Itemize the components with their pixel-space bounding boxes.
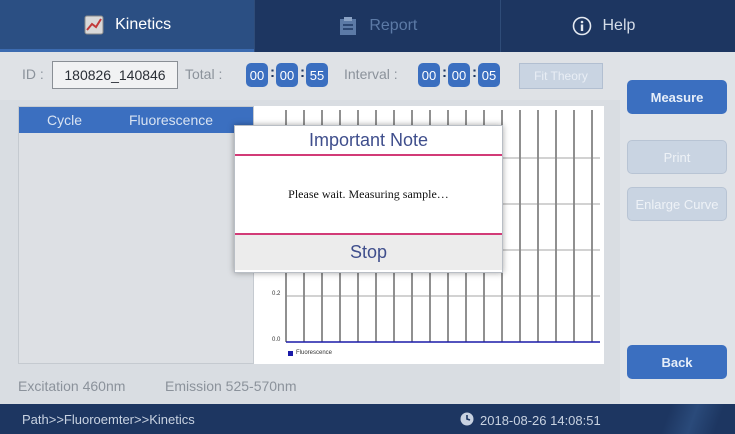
status-bar: Path>>Fluoroemter>>Kinetics 2018-08-26 1… <box>0 404 735 434</box>
time-colon: : <box>270 64 275 81</box>
emission-label: Emission 525-570nm <box>165 378 297 394</box>
total-label: Total : <box>185 66 223 82</box>
y-tick-label: 0.0 <box>272 337 281 343</box>
breadcrumb: Path>>Fluoroemter>>Kinetics <box>22 412 195 427</box>
clock-icon <box>460 412 474 429</box>
tab-report-label: Report <box>369 17 418 34</box>
tab-kinetics-label: Kinetics <box>115 15 172 33</box>
print-button[interactable]: Print <box>627 140 727 174</box>
data-table: Cycle Fluorescence <box>18 106 254 364</box>
total-minutes[interactable]: 00 <box>276 63 298 87</box>
status-datetime: 2018-08-26 14:08:51 <box>460 412 601 429</box>
tab-kinetics[interactable]: Kinetics <box>0 0 255 52</box>
table-header: Cycle Fluorescence <box>19 107 253 133</box>
stop-button[interactable]: Stop <box>235 235 502 270</box>
column-header-cycle: Cycle <box>47 112 83 128</box>
top-tab-bar: Kinetics Report Help <box>0 0 735 52</box>
legend-swatch <box>288 350 293 356</box>
total-hours[interactable]: 00 <box>246 63 268 87</box>
chart-icon <box>83 14 105 36</box>
fit-theory-button[interactable]: Fit Theory <box>519 63 603 89</box>
interval-minutes[interactable]: 00 <box>448 63 470 87</box>
y-tick-label: 0.2 <box>272 291 281 297</box>
legend-label: Fluorescence <box>296 350 333 356</box>
interval-seconds[interactable]: 05 <box>478 63 500 87</box>
time-colon: : <box>300 64 305 81</box>
id-label: ID : <box>22 66 44 82</box>
tab-help-label: Help <box>602 17 636 34</box>
chart-legend: Fluorescence <box>288 350 332 356</box>
datetime-text: 2018-08-26 14:08:51 <box>480 413 601 428</box>
time-colon: : <box>442 64 447 81</box>
clipboard-icon <box>337 15 359 37</box>
interval-label: Interval : <box>344 66 398 82</box>
dialog-message: Please wait. Measuring sample… <box>235 156 502 235</box>
enlarge-curve-button[interactable]: Enlarge Curve <box>627 187 727 221</box>
measure-button[interactable]: Measure <box>627 80 727 114</box>
status-bar-decoration <box>640 404 735 434</box>
interval-hours[interactable]: 00 <box>418 63 440 87</box>
excitation-label: Excitation 460nm <box>18 378 126 394</box>
column-header-fluorescence: Fluorescence <box>129 112 214 128</box>
dialog-title: Important Note <box>235 126 502 156</box>
time-colon: : <box>472 64 477 81</box>
id-field[interactable]: 180826_140846 <box>52 61 178 89</box>
total-seconds[interactable]: 55 <box>306 63 328 87</box>
info-icon <box>571 15 593 37</box>
important-note-dialog: Important Note Please wait. Measuring sa… <box>234 125 503 273</box>
tab-report[interactable]: Report <box>255 0 499 52</box>
back-button[interactable]: Back <box>627 345 727 379</box>
tab-help[interactable]: Help <box>501 0 735 52</box>
